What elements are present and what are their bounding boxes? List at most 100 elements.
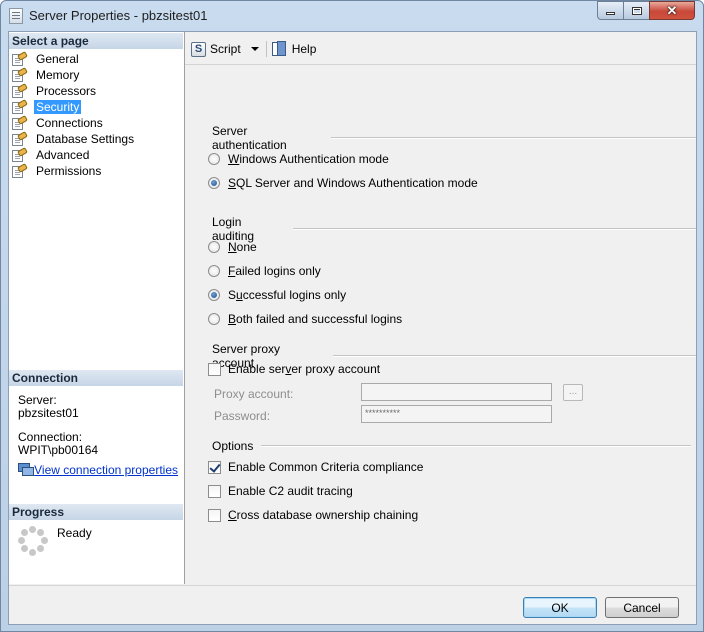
ok-button[interactable]: OK [523, 597, 597, 618]
toolbar-separator [265, 41, 267, 57]
page-item-label: Permissions [36, 164, 102, 178]
maximize-button[interactable] [623, 1, 650, 20]
page-item-memory[interactable]: Memory [12, 66, 182, 83]
select-page-header: Select a page [9, 33, 183, 49]
option-label: None [228, 240, 257, 254]
window-title: Server Properties - pbzsitest01 [29, 8, 208, 23]
page-wrench-icon [12, 66, 28, 82]
group-title-label: Options [212, 439, 254, 453]
page-item-label: Processors [36, 84, 97, 98]
page-wrench-icon [12, 50, 28, 66]
option-label: Enable server proxy account [228, 362, 381, 376]
close-icon: ✕ [666, 2, 678, 18]
progress-status: Ready [57, 526, 92, 540]
page-list: General Memory Processors Security Conne… [12, 50, 182, 179]
radio-button[interactable] [208, 241, 220, 253]
option-label: SQL Server and Windows Authentication mo… [228, 176, 478, 190]
maximize-icon [631, 6, 642, 15]
group-title-label: Server authentication [212, 124, 287, 152]
security-page: Server authentication Windows Authentica… [185, 64, 696, 585]
group-divider [261, 445, 692, 447]
options-group: Options [212, 439, 692, 453]
connection-value: WPIT\pb00164 [18, 443, 99, 457]
view-connection-properties-row[interactable]: View connection properties [18, 463, 178, 477]
server-properties-window: Server Properties - pbzsitest01 ✕ Select… [0, 0, 704, 632]
page-wrench-icon [12, 146, 28, 162]
login-auditing-group: Login auditing [212, 215, 696, 243]
cross-db-ownership-checkbox[interactable]: Cross database ownership chaining [208, 507, 418, 523]
radio-button[interactable] [208, 265, 220, 277]
connection-info: Server: pbzsitest01 Connection: WPIT\pb0… [18, 394, 178, 477]
checkbox[interactable] [208, 484, 221, 498]
audit-none-radio[interactable]: None [208, 239, 257, 255]
progress-area: Ready [18, 526, 92, 556]
page-wrench-icon [12, 162, 28, 178]
minimize-button[interactable] [597, 1, 624, 20]
page-wrench-icon [12, 82, 28, 98]
option-label: Successful logins only [228, 288, 347, 302]
page-wrench-icon [12, 130, 28, 146]
script-label: Script [210, 42, 241, 56]
title-bar[interactable]: Server Properties - pbzsitest01 ✕ [1, 1, 703, 31]
page-item-database-settings[interactable]: Database Settings [12, 130, 182, 147]
checkbox[interactable] [208, 508, 221, 522]
chevron-down-icon[interactable] [250, 47, 259, 51]
page-item-label: Connections [36, 116, 103, 130]
progress-header: Progress [9, 504, 183, 520]
progress-spinner-icon [18, 526, 48, 556]
radio-button[interactable] [208, 289, 220, 301]
dialog-footer: OK Cancel [9, 585, 696, 626]
page-item-general[interactable]: General [12, 50, 182, 67]
page-item-label: Memory [36, 68, 80, 82]
option-label: Failed logins only [228, 264, 321, 278]
help-button[interactable]: Help [271, 39, 317, 59]
view-connection-properties-link[interactable]: View connection properties [34, 463, 178, 477]
c2-audit-checkbox[interactable]: Enable C2 audit tracing [208, 483, 353, 499]
help-label: Help [291, 42, 317, 56]
sql-windows-auth-radio[interactable]: SQL Server and Windows Authentication mo… [208, 175, 478, 191]
checkbox[interactable] [208, 362, 221, 376]
common-criteria-checkbox[interactable]: Enable Common Criteria compliance [208, 459, 423, 475]
option-label: Cross database ownership chaining [228, 508, 419, 522]
page-item-advanced[interactable]: Advanced [12, 146, 182, 163]
proxy-account-browse-button[interactable]: ... [563, 384, 583, 401]
audit-failed-radio[interactable]: Failed logins only [208, 263, 321, 279]
page-item-processors[interactable]: Processors [12, 82, 182, 99]
radio-button[interactable] [208, 153, 220, 165]
enable-proxy-checkbox[interactable]: Enable server proxy account [208, 361, 380, 377]
page-item-label: General [36, 52, 79, 66]
server-value: pbzsitest01 [18, 406, 79, 420]
option-label: Windows Authentication mode [228, 152, 389, 166]
checkbox[interactable] [208, 460, 221, 474]
password-input[interactable]: ********** [361, 405, 552, 423]
option-label: Both failed and successful logins [228, 312, 403, 326]
audit-successful-radio[interactable]: Successful logins only [208, 287, 346, 303]
dialog-client-area: Select a page General Memory Processors … [8, 31, 697, 625]
proxy-account-input[interactable] [361, 383, 552, 401]
page-wrench-icon [12, 98, 28, 114]
script-button[interactable]: S Script [191, 39, 259, 59]
audit-both-radio[interactable]: Both failed and successful logins [208, 311, 402, 327]
server-authentication-group: Server authentication [212, 124, 696, 152]
radio-button[interactable] [208, 313, 220, 325]
windows-auth-radio[interactable]: Windows Authentication mode [208, 151, 389, 167]
app-icon [9, 8, 23, 24]
toolbar: S Script Help [191, 38, 316, 60]
page-item-permissions[interactable]: Permissions [12, 162, 182, 179]
option-label: Enable C2 audit tracing [228, 484, 353, 498]
close-button[interactable]: ✕ [649, 1, 695, 20]
radio-button[interactable] [208, 177, 220, 189]
cancel-button[interactable]: Cancel [605, 597, 679, 618]
password-label: Password: [214, 409, 271, 423]
group-divider [332, 355, 696, 357]
connection-header: Connection [9, 370, 183, 386]
script-icon: S [191, 41, 206, 57]
page-item-label: Security [34, 100, 82, 114]
minimize-icon [606, 12, 615, 15]
group-divider [331, 137, 696, 139]
help-book-icon [271, 41, 287, 57]
page-item-security[interactable]: Security [12, 98, 182, 115]
left-pane: Select a page General Memory Processors … [9, 32, 185, 584]
page-item-connections[interactable]: Connections [12, 114, 182, 131]
page-wrench-icon [12, 114, 28, 130]
